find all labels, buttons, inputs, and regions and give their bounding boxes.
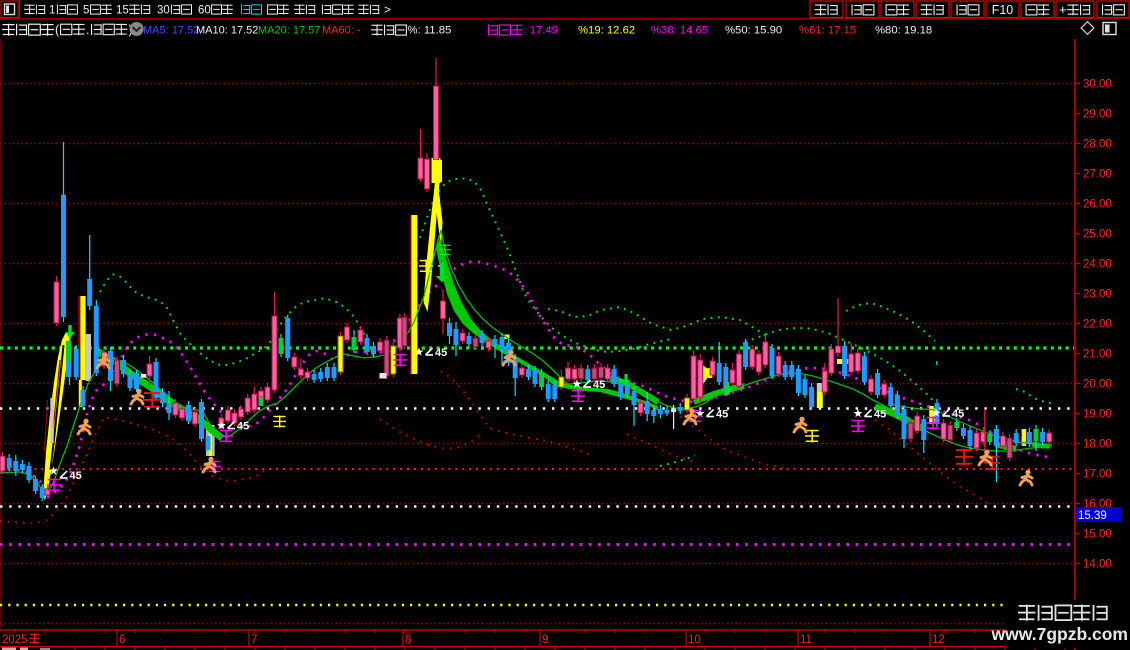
svg-text:45: 45 [593, 379, 605, 391]
svg-text:MA5: 17.52: MA5: 17.52 [143, 25, 199, 37]
svg-text:29.00: 29.00 [1083, 109, 1112, 121]
svg-text:21.00: 21.00 [1083, 349, 1112, 361]
svg-text:15.39: 15.39 [1078, 510, 1107, 522]
svg-text:%38: 14.65: %38: 14.65 [651, 25, 708, 37]
svg-text:>: > [384, 3, 391, 17]
svg-text:27.00: 27.00 [1083, 169, 1112, 181]
svg-text:%50: 15.90: %50: 15.90 [725, 25, 782, 37]
svg-text:11: 11 [800, 634, 812, 646]
svg-text:+: + [1059, 2, 1067, 17]
svg-text:30.00: 30.00 [1083, 79, 1112, 91]
svg-text:60: 60 [198, 5, 211, 17]
svg-text:45: 45 [435, 347, 447, 359]
svg-text:www.7gpzb.com: www.7gpzb.com [991, 624, 1128, 644]
svg-text:25.00: 25.00 [1083, 229, 1112, 241]
svg-text:MA10: 17.52: MA10: 17.52 [196, 25, 258, 37]
svg-text:5: 5 [83, 5, 89, 17]
svg-text:28.00: 28.00 [1083, 139, 1112, 151]
svg-text:17.00: 17.00 [1083, 469, 1112, 481]
svg-text:%: 11.85: %: 11.85 [408, 25, 452, 37]
svg-text:8: 8 [405, 634, 411, 646]
svg-text:6: 6 [119, 634, 125, 646]
svg-text:18.00: 18.00 [1083, 439, 1112, 451]
svg-text:14.00: 14.00 [1083, 559, 1112, 571]
svg-text:15.00: 15.00 [1083, 529, 1112, 541]
svg-text:15: 15 [116, 5, 129, 17]
svg-text:%61: 17.15: %61: 17.15 [799, 25, 856, 37]
svg-text:%80: 19.18: %80: 19.18 [875, 25, 932, 37]
svg-text:22.00: 22.00 [1083, 319, 1112, 331]
svg-text:45: 45 [716, 409, 728, 421]
svg-text:30: 30 [157, 5, 170, 17]
svg-text:%19: 12.62: %19: 12.62 [578, 25, 635, 37]
svg-text:7: 7 [251, 634, 257, 646]
svg-text:26.00: 26.00 [1083, 199, 1112, 211]
svg-text:24.00: 24.00 [1083, 259, 1112, 271]
svg-text:23.00: 23.00 [1083, 289, 1112, 301]
svg-text:12: 12 [932, 634, 945, 646]
svg-text:2025: 2025 [2, 634, 28, 646]
svg-text:: 17.49: : 17.49 [524, 25, 559, 37]
svg-text:MA60: -: MA60: - [322, 25, 361, 37]
svg-text:19.00: 19.00 [1083, 409, 1112, 421]
svg-text:.: . [86, 23, 89, 37]
svg-text:1: 1 [49, 5, 55, 17]
svg-text:20.00: 20.00 [1083, 379, 1112, 391]
svg-text:45: 45 [70, 470, 82, 482]
svg-text:45: 45 [237, 421, 249, 433]
svg-text:45: 45 [874, 409, 886, 421]
svg-text:F10: F10 [992, 3, 1014, 17]
svg-text:9: 9 [542, 634, 548, 646]
svg-text:MA20: 17.57: MA20: 17.57 [258, 25, 320, 37]
svg-text:45: 45 [952, 408, 964, 420]
svg-text:10: 10 [688, 634, 701, 646]
